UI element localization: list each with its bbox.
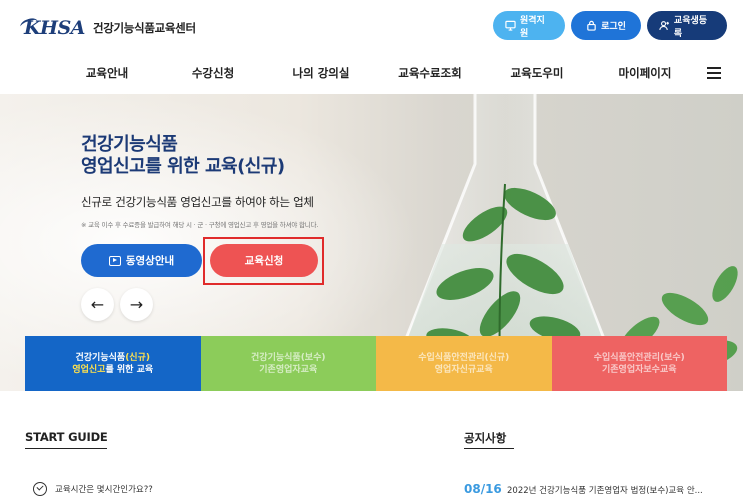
tab-health-food-new[interactable]: 건강기능식품(신규) 영업신고를 위한 교육 <box>25 336 201 391</box>
tab-line: 영업자신규교육 <box>434 364 493 375</box>
hero-title-line2: 영업신고를 위한 교육(신규) <box>81 156 285 177</box>
faq-item[interactable]: 교육시간은 몇시간인가요?? <box>33 482 153 496</box>
student-register-label: 교육생등록 <box>673 15 708 39</box>
play-icon <box>108 255 121 266</box>
tab-highlight: 영업신고 <box>72 364 106 375</box>
tab-line: 수입식품안전관리(보수) <box>593 352 685 363</box>
nav-item-my-classroom[interactable]: 나의 강의실 <box>276 52 366 94</box>
remote-support-button[interactable]: 원격지원 <box>493 11 565 40</box>
course-tabs: 건강기능식품(신규) 영업신고를 위한 교육 건강기능식품(보수) 기존영업자교… <box>25 336 727 391</box>
nav-item-education-help[interactable]: 교육도우미 <box>492 52 582 94</box>
next-slide-button[interactable]: → <box>120 288 153 321</box>
tab-import-food-new[interactable]: 수입식품안전관리(신규) 영업자신규교육 <box>376 336 552 391</box>
start-guide-underline <box>25 448 107 449</box>
tab-line: 건강기능식품 <box>75 352 126 363</box>
student-register-button[interactable]: 교육생등록 <box>647 11 727 40</box>
hero-title: 건강기능식품 영업신고를 위한 교육(신규) <box>81 134 285 178</box>
notice-title: 공지사항 <box>464 431 507 445</box>
tab-line: 수입식품안전관리(신규) <box>418 352 510 363</box>
tab-health-food-refresh[interactable]: 건강기능식품(보수) 기존영업자교육 <box>200 336 376 391</box>
check-circle-icon <box>33 482 47 496</box>
hero-subtitle: 신규로 건강기능식품 영업신고를 하여야 하는 업체 <box>81 195 314 209</box>
notice-date: 08/16 <box>464 482 502 496</box>
hero-note: ※ 교육 이수 후 수료증을 발급하여 해당 시 · 군 · 구청에 영업신고 … <box>81 221 319 229</box>
video-guide-label: 동영상안내 <box>125 255 175 267</box>
nav-item-education-info[interactable]: 교육안내 <box>62 52 152 94</box>
start-guide-title: START GUIDE <box>25 430 108 444</box>
notice-underline <box>464 448 514 449</box>
logo-text: 건강기능식품교육센터 <box>92 21 196 35</box>
tab-line: 건강기능식품(보수) <box>251 352 326 363</box>
main-nav: 교육안내 수강신청 나의 강의실 교육수료조회 교육도우미 마이페이지 <box>0 52 743 94</box>
monitor-icon <box>505 20 516 31</box>
nav-item-completion-check[interactable]: 교육수료조회 <box>385 52 475 94</box>
hero-title-line1: 건강기능식품 <box>81 134 178 155</box>
login-label: 로그인 <box>601 22 626 32</box>
tab-import-food-refresh[interactable]: 수입식품안전관리(보수) 기존영업자보수교육 <box>551 336 727 391</box>
nav-item-my-page[interactable]: 마이페이지 <box>600 52 690 94</box>
arrow-right-icon: → <box>129 295 144 314</box>
lock-icon <box>587 20 596 31</box>
arrow-left-icon: ← <box>90 295 105 314</box>
notice-item-link[interactable]: 2022년 건강기능식품 기존영업자 법정(보수)교육 안... <box>507 484 703 496</box>
remote-support-label: 원격지원 <box>519 15 545 39</box>
tab-line: 기존영업자보수교육 <box>601 364 677 375</box>
faq-item-label: 교육시간은 몇시간인가요?? <box>55 485 153 495</box>
tab-line: 기존영업자교육 <box>259 364 318 375</box>
video-guide-button[interactable]: 동영상안내 <box>81 244 202 277</box>
login-button[interactable]: 로그인 <box>571 11 641 40</box>
logo-mark: KHSA <box>18 16 85 39</box>
site-logo[interactable]: KHSA 건강기능식품교육센터 <box>18 14 196 42</box>
top-buttons: 원격지원 로그인 교육생등록 <box>493 11 727 40</box>
hamburger-icon[interactable] <box>707 67 721 79</box>
prev-slide-button[interactable]: ← <box>81 288 114 321</box>
nav-item-course-apply[interactable]: 수강신청 <box>168 52 258 94</box>
tab-highlight: (신규) <box>125 352 150 363</box>
site-header: KHSA 건강기능식품교육센터 원격지원 로그인 교육생등록 <box>0 0 743 52</box>
course-apply-button[interactable]: 교육신청 <box>210 244 318 277</box>
user-add-icon <box>659 21 670 31</box>
tab-line: 를 위한 교육 <box>105 364 154 375</box>
